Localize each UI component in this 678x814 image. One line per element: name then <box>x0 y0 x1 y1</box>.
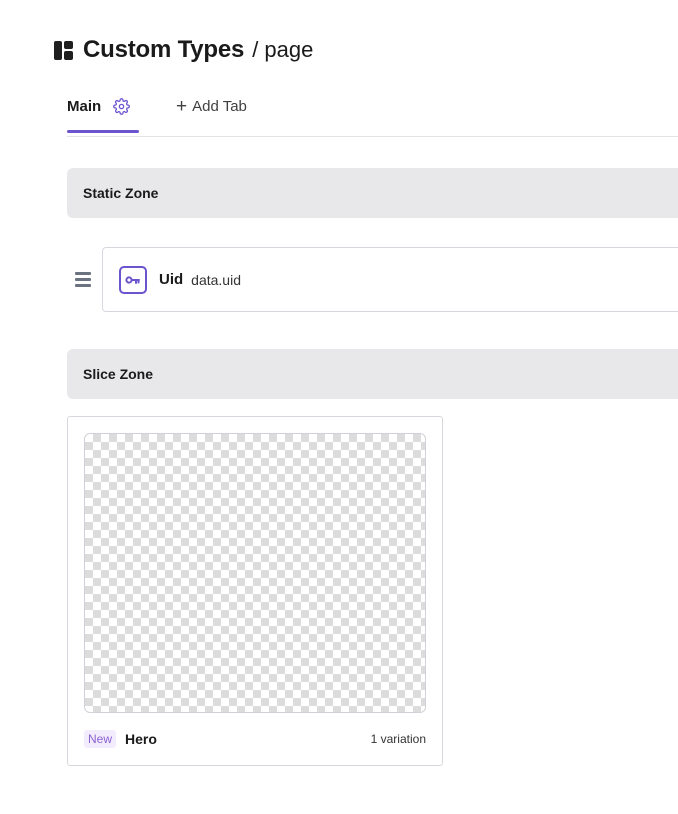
layout-icon <box>54 40 73 60</box>
field-name: Uid <box>159 271 184 288</box>
gear-icon[interactable] <box>113 98 131 120</box>
drag-handle-icon[interactable] <box>75 272 91 287</box>
plus-icon: + <box>176 96 188 117</box>
custom-type-editor: Custom Types / page Main + Add Tab Stati… <box>0 0 678 814</box>
slice-card-hero[interactable]: New Hero 1 variation <box>67 416 443 766</box>
static-zone-label: Static Zone <box>83 185 159 201</box>
slice-preview-image[interactable] <box>84 433 426 713</box>
tab-main[interactable]: Main <box>67 92 131 134</box>
field-card-uid[interactable]: Uid data.uid <box>102 247 678 312</box>
page-title: Custom Types <box>83 36 245 63</box>
key-icon <box>119 265 147 294</box>
active-tab-indicator <box>67 130 139 133</box>
field-api-path: data.uid <box>191 271 241 288</box>
slice-zone-label: Slice Zone <box>83 366 154 382</box>
page-header: Custom Types / page <box>54 36 313 64</box>
add-tab-button[interactable]: + Add Tab <box>176 96 247 117</box>
tab-bar: Main + Add Tab <box>67 92 678 137</box>
new-badge: New <box>84 730 117 748</box>
page-subpath: / page <box>252 37 314 62</box>
tab-main-label: Main <box>67 98 102 115</box>
static-zone-header: Static Zone <box>67 168 678 218</box>
add-tab-label: Add Tab <box>192 98 247 115</box>
variation-count: 1 variation <box>370 732 426 746</box>
slice-zone-header: Slice Zone <box>67 349 678 399</box>
slice-card-footer: New Hero 1 variation <box>84 729 426 749</box>
slice-name: Hero <box>125 731 157 747</box>
